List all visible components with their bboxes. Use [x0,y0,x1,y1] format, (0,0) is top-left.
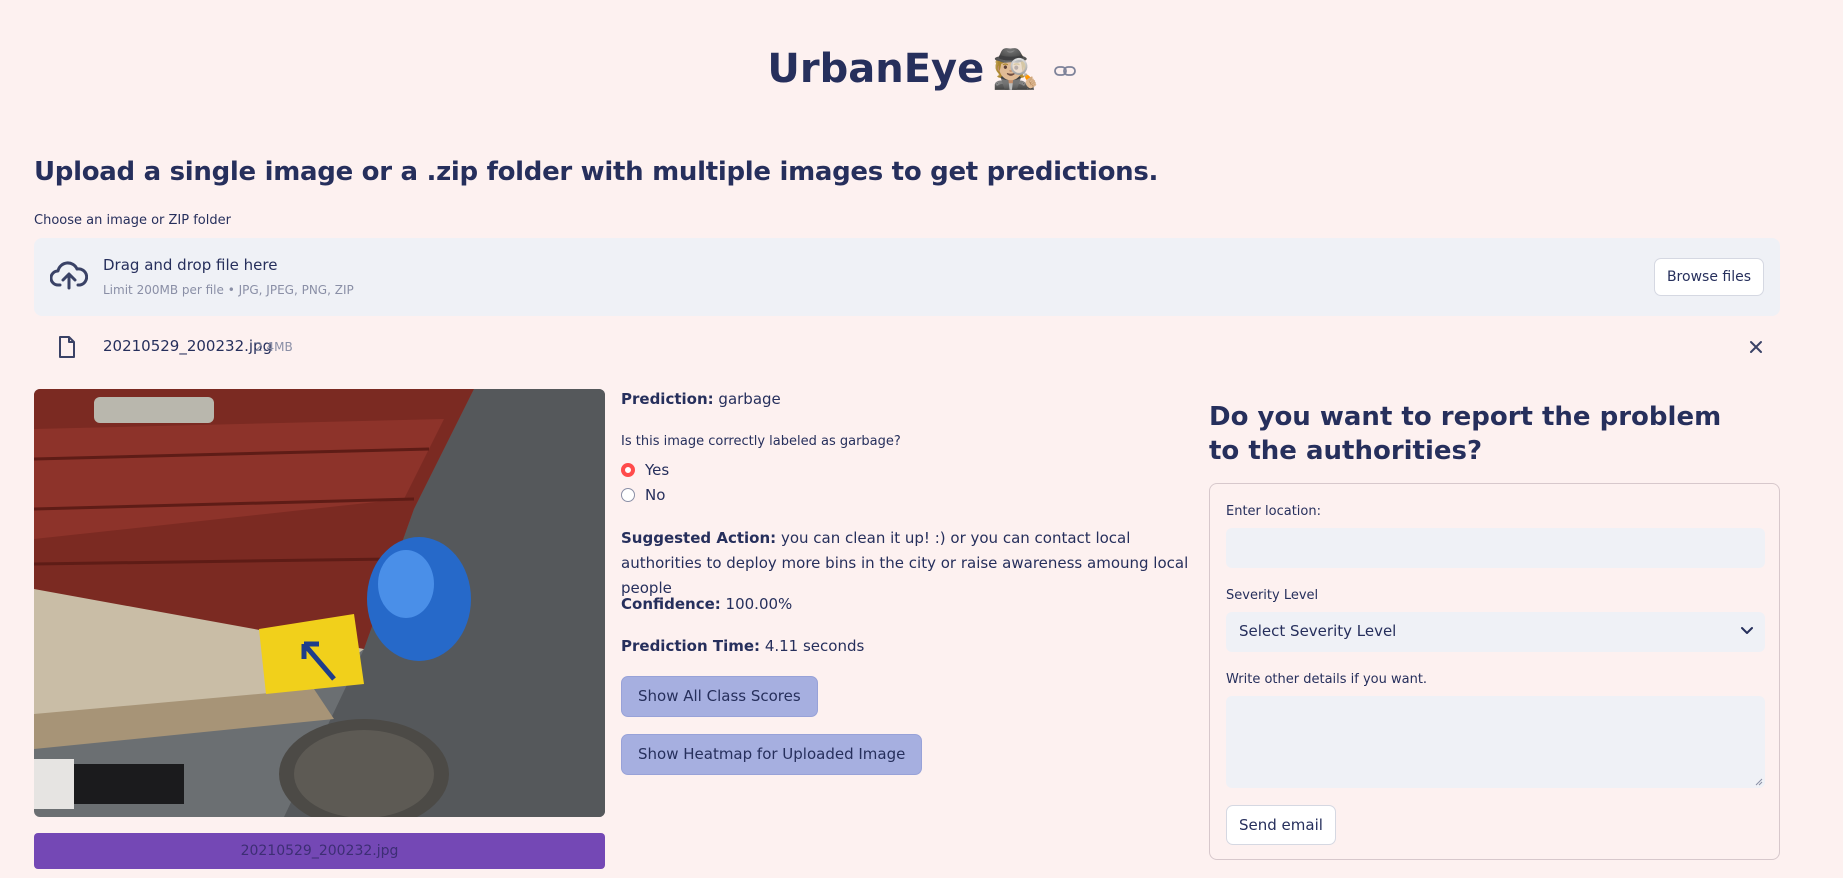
app-title: UrbanEye [767,46,985,92]
cloud-upload-icon [50,261,88,290]
details-label: Write other details if you want. [1226,672,1428,687]
chevron-down-icon [1741,627,1753,634]
confidence-label: Confidence: [621,595,721,613]
location-label: Enter location: [1226,504,1321,519]
prediction-time-label: Prediction Time: [621,637,761,655]
upload-instructions: Upload a single image or a .zip folder w… [34,157,1159,187]
label-question: Is this image correctly labeled as garba… [621,434,901,449]
file-icon [59,336,75,358]
prediction-time-line: Prediction Time: 4.11 seconds [621,637,864,655]
uploader-label: Choose an image or ZIP folder [34,213,231,228]
send-email-button[interactable]: Send email [1226,805,1336,845]
browse-files-button[interactable]: Browse files [1653,258,1764,296]
prediction-time-value: 4.11 seconds [764,637,865,655]
severity-select-value: Select Severity Level [1239,622,1397,640]
uploaded-image-picture [34,389,605,817]
resize-handle-icon[interactable] [1755,778,1763,786]
suggested-action-label: Suggested Action: [621,529,777,547]
radio-selected-icon [621,463,635,477]
prediction-line: Prediction: garbage [621,390,781,408]
prediction-label: Prediction: [621,390,714,408]
radio-no-label: No [645,486,666,504]
radio-yes[interactable]: Yes [621,461,669,479]
show-heatmap-button[interactable]: Show Heatmap for Uploaded Image [621,734,923,775]
severity-select[interactable]: Select Severity Level [1226,612,1765,652]
file-name: 20210529_200232.jpg [103,337,273,355]
page-title: UrbanEye 🕵🏼 [0,46,1843,92]
remove-file-icon[interactable] [1744,335,1768,359]
confidence-line: Confidence: 100.00% [621,595,792,613]
report-heading: Do you want to report the problem to the… [1209,402,1722,466]
radio-unselected-icon [621,488,635,502]
details-textarea[interactable] [1226,696,1765,788]
link-icon[interactable] [1053,64,1076,78]
file-size: 2.4MB [255,340,293,354]
confidence-value: 100.00% [725,595,793,613]
detective-emoji-icon: 🕵🏼 [992,47,1040,91]
report-form: Enter location: Severity Level Select Se… [1209,483,1780,860]
dropzone-limit: Limit 200MB per file • JPG, JPEG, PNG, Z… [103,283,354,297]
suggested-action: Suggested Action: you can clean it up! :… [621,526,1201,601]
prediction-value: garbage [718,390,781,408]
show-class-scores-button[interactable]: Show All Class Scores [621,676,818,717]
file-dropzone[interactable]: Drag and drop file here Limit 200MB per … [34,238,1780,316]
radio-no[interactable]: No [621,486,665,504]
uploaded-image [34,389,605,817]
dropzone-text: Drag and drop file here [103,256,278,274]
image-caption: 20210529_200232.jpg [34,833,605,869]
radio-yes-label: Yes [645,461,670,479]
location-input[interactable] [1226,528,1765,568]
severity-label: Severity Level [1226,588,1319,603]
uploaded-file-row: 20210529_200232.jpg 2.4MB [34,330,1780,364]
